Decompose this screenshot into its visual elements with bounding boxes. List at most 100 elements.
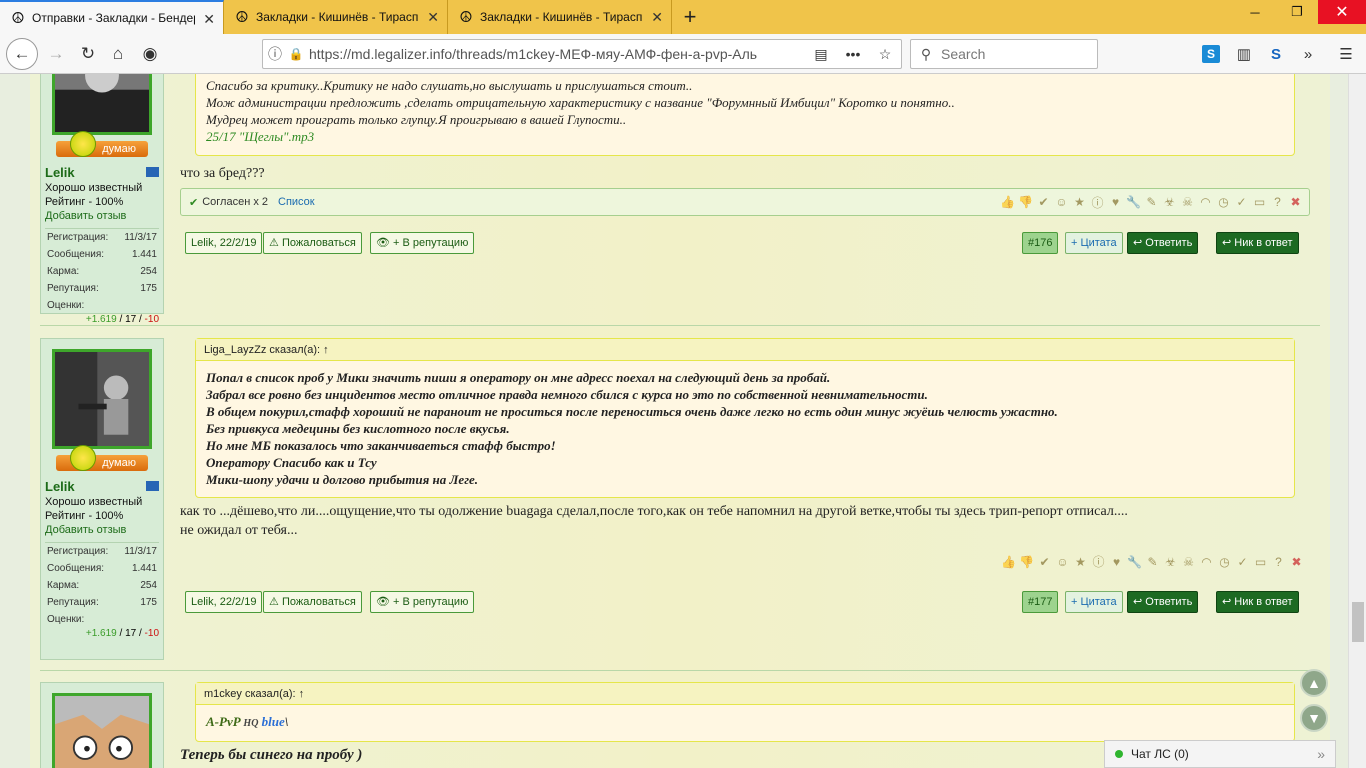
username[interactable]: Lelik <box>41 157 163 180</box>
star-icon[interactable]: ★ <box>1072 195 1087 210</box>
address-bar[interactable]: ⓘ 🔒 https://md.legalizer.info/threads/m1… <box>262 39 902 69</box>
pencil-icon[interactable]: ✎ <box>1144 195 1159 210</box>
page-actions-icon[interactable]: ••• <box>837 46 869 62</box>
star-icon[interactable]: ★ <box>1073 554 1088 569</box>
nick-reply-button[interactable]: ↩ Ник в ответ <box>1216 232 1299 254</box>
info-icon[interactable]: ⓘ <box>1091 554 1106 569</box>
home-button[interactable]: ⌂ <box>104 40 132 68</box>
minimize-button[interactable]: ─ <box>1234 0 1276 24</box>
chat-widget[interactable]: Чат ЛС (0) » <box>1104 740 1336 768</box>
username[interactable]: Lelik <box>41 471 163 494</box>
score-neutral: 17 <box>125 314 137 325</box>
close-icon[interactable]: ✖ <box>1289 554 1304 569</box>
box-icon[interactable]: ▭ <box>1252 195 1267 210</box>
reputation-label: + В репутацию <box>393 237 469 249</box>
search-input[interactable]: ⚲ Search <box>910 39 1098 69</box>
username-text[interactable]: Lelik <box>45 165 75 180</box>
bookmark-star-icon[interactable]: ☆ <box>869 46 901 63</box>
nick-reply-button[interactable]: ↩ Ник в ответ <box>1216 591 1299 613</box>
rainbow-icon[interactable]: ◠ <box>1198 195 1213 210</box>
avatar[interactable] <box>52 74 152 135</box>
thumbs-up-icon[interactable]: 👍 <box>1001 554 1016 569</box>
new-tab-button[interactable]: + <box>672 0 708 34</box>
clock-icon[interactable]: ◷ <box>1216 195 1231 210</box>
browser-tab-3[interactable]: ☮ Закладки - Кишинёв - Тирасп ✕ <box>448 0 672 34</box>
skull-icon[interactable]: ☠ <box>1181 554 1196 569</box>
rainbow-icon[interactable]: ◠ <box>1199 554 1214 569</box>
sidebar-icon[interactable]: ▥ <box>1232 42 1256 66</box>
report-button[interactable]: ⚠ Пожаловаться <box>263 232 362 254</box>
browser-tab-2[interactable]: ☮ Закладки - Кишинёв - Тирасп ✕ <box>224 0 448 34</box>
reader-view-icon[interactable]: ▤ <box>805 46 837 63</box>
check-icon[interactable]: ✔ <box>1036 195 1051 210</box>
page-scrollbar[interactable] <box>1348 74 1366 768</box>
warning-icon: ⚠ <box>269 596 279 608</box>
avatar[interactable] <box>52 349 152 449</box>
scroll-up-button[interactable]: ▲ <box>1300 669 1328 697</box>
quote-author[interactable]: Liga_LayzZz сказал(а): ↑ <box>196 339 1294 361</box>
reputation-button[interactable]: 👁 + В репутацию <box>370 591 475 613</box>
post-date-link[interactable]: Lelik, 22/2/19 <box>185 591 263 613</box>
mail-icon[interactable] <box>146 167 159 177</box>
close-tab-icon[interactable]: ✕ <box>203 11 215 28</box>
question-icon[interactable]: ? <box>1270 195 1285 210</box>
mail-icon[interactable] <box>146 481 159 491</box>
abc-icon[interactable]: ✓ <box>1234 195 1249 210</box>
post-number[interactable]: #177 <box>1022 591 1059 613</box>
pencil-icon[interactable]: ✎ <box>1145 554 1160 569</box>
abc-icon[interactable]: ✓ <box>1235 554 1250 569</box>
biohazard-icon[interactable]: ☣ <box>1163 554 1178 569</box>
back-button[interactable]: ← <box>6 38 38 70</box>
post-number[interactable]: #176 <box>1022 232 1059 254</box>
wrench-icon[interactable]: 🔧 <box>1126 195 1141 210</box>
skype-icon[interactable]: S <box>1202 45 1220 63</box>
thumbs-down-icon[interactable]: 👎 <box>1019 554 1034 569</box>
url-text[interactable]: https://md.legalizer.info/threads/m1ckey… <box>305 46 805 62</box>
heart-icon[interactable]: ♥ <box>1108 195 1123 210</box>
quote-button[interactable]: + Цитата <box>1065 591 1123 613</box>
smile-icon[interactable]: ☺ <box>1054 195 1069 210</box>
restore-button[interactable]: ❐ <box>1276 0 1318 24</box>
add-feedback-link[interactable]: Добавить отзыв <box>41 522 163 536</box>
extension-icon[interactable]: ◉ <box>136 40 164 68</box>
post-date-link[interactable]: Lelik, 22/2/19 <box>185 232 263 254</box>
smile-icon[interactable]: ☺ <box>1055 554 1070 569</box>
close-tab-icon[interactable]: ✕ <box>651 9 663 26</box>
skull-icon[interactable]: ☠ <box>1180 195 1195 210</box>
quote-button[interactable]: + Цитата <box>1065 232 1123 254</box>
overflow-icon[interactable]: » <box>1296 42 1320 66</box>
close-window-button[interactable]: ✕ <box>1318 0 1366 24</box>
scroll-down-button[interactable]: ▼ <box>1300 704 1328 732</box>
reply-button[interactable]: ↩ Ответить <box>1127 591 1199 613</box>
post-text-line: как то ...дёшево,что ли....ощущение,что … <box>180 504 1128 519</box>
info-icon[interactable]: ⓘ <box>1090 195 1105 210</box>
menu-icon[interactable]: ☰ <box>1334 42 1358 66</box>
box-icon[interactable]: ▭ <box>1253 554 1268 569</box>
thumbs-down-icon[interactable]: 👎 <box>1018 195 1033 210</box>
info-icon[interactable]: ⓘ <box>263 44 287 64</box>
thumbs-up-icon[interactable]: 👍 <box>1000 195 1015 210</box>
scrollbar-thumb[interactable] <box>1352 602 1364 642</box>
avatar[interactable] <box>52 693 152 768</box>
check-icon[interactable]: ✔ <box>1037 554 1052 569</box>
heart-icon[interactable]: ♥ <box>1109 554 1124 569</box>
reply-button[interactable]: ↩ Ответить <box>1127 232 1199 254</box>
forward-button[interactable]: → <box>42 40 70 68</box>
close-icon[interactable]: ✖ <box>1288 195 1303 210</box>
extension-s-icon[interactable]: S <box>1264 42 1288 66</box>
close-tab-icon[interactable]: ✕ <box>427 9 439 26</box>
add-feedback-link[interactable]: Добавить отзыв <box>41 208 163 222</box>
clock-icon[interactable]: ◷ <box>1217 554 1232 569</box>
likes-list-link[interactable]: Список <box>278 196 315 208</box>
quote-author[interactable]: m1ckey сказал(а): ↑ <box>196 683 1294 705</box>
reply-icon: ↩ <box>1222 237 1232 249</box>
chevron-right-icon[interactable]: » <box>1317 746 1325 762</box>
report-button[interactable]: ⚠ Пожаловаться <box>263 591 362 613</box>
reload-button[interactable]: ↻ <box>74 40 102 68</box>
wrench-icon[interactable]: 🔧 <box>1127 554 1142 569</box>
browser-tab-1[interactable]: ☮ Отправки - Закладки - Бендер ✕ <box>0 0 224 34</box>
username-text[interactable]: Lelik <box>45 479 75 494</box>
biohazard-icon[interactable]: ☣ <box>1162 195 1177 210</box>
reputation-button[interactable]: 👁 + В репутацию <box>370 232 475 254</box>
question-icon[interactable]: ? <box>1271 554 1286 569</box>
